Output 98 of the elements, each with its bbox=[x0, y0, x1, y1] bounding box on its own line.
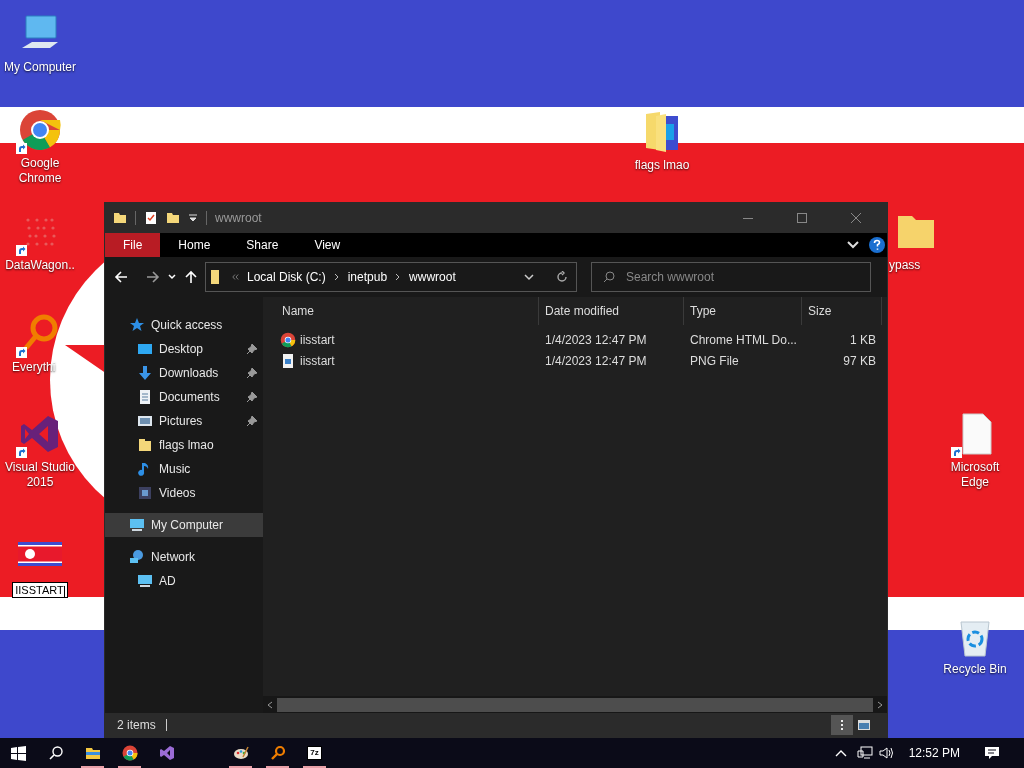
speaker-icon[interactable] bbox=[878, 746, 895, 760]
taskbar-app-button[interactable]: 7z bbox=[296, 738, 333, 768]
chevron-right-icon bbox=[395, 273, 402, 281]
icon-label: DataWagon.. bbox=[4, 258, 76, 273]
running-indicator bbox=[303, 766, 326, 768]
nav-item[interactable]: Quick access bbox=[105, 313, 263, 337]
running-indicator bbox=[118, 766, 141, 768]
ribbon-tab[interactable]: Share bbox=[228, 233, 297, 257]
folder-icon bbox=[137, 437, 153, 453]
image-file-icon bbox=[280, 352, 296, 369]
icon-label: Microsoft Edge bbox=[949, 460, 1001, 490]
forward-arrow-icon[interactable] bbox=[145, 269, 161, 285]
details-view-button[interactable] bbox=[831, 715, 853, 735]
magnifier-icon bbox=[269, 745, 286, 761]
desktop-icon bbox=[137, 341, 153, 357]
monitor-icon bbox=[129, 517, 145, 533]
shortcut-arrow-icon bbox=[16, 245, 27, 256]
close-icon bbox=[850, 212, 862, 224]
monitor-icon bbox=[137, 573, 153, 589]
search-icon bbox=[603, 271, 615, 283]
file-name: iisstart bbox=[300, 331, 335, 349]
status-text: 2 items bbox=[117, 717, 156, 734]
icon-label: Visual Studio 2015 bbox=[4, 460, 76, 490]
nav-item[interactable]: My Computer bbox=[105, 513, 263, 537]
up-arrow-icon[interactable] bbox=[183, 269, 199, 285]
nav-item[interactable]: AD bbox=[105, 569, 263, 593]
ribbon-tab[interactable]: File bbox=[105, 233, 161, 257]
nav-item[interactable]: Videos bbox=[105, 481, 263, 505]
windows-logo-icon bbox=[11, 745, 26, 761]
breadcrumb-item[interactable]: Local Disk (C:) bbox=[247, 268, 326, 286]
address-bar[interactable]: Local Disk (C:) inetpub wwwroot bbox=[205, 262, 577, 292]
checklist-icon[interactable] bbox=[144, 211, 158, 225]
help-icon[interactable] bbox=[869, 237, 885, 253]
ribbon-tab[interactable]: View bbox=[296, 233, 359, 257]
table-cell-text: 1/4/2023 12:47 PM bbox=[544, 331, 648, 349]
icon-label: My Computer bbox=[3, 60, 77, 75]
chevron-down-icon[interactable] bbox=[167, 272, 177, 282]
shortcut-arrow-icon bbox=[16, 347, 27, 358]
folder-icon bbox=[84, 745, 101, 761]
column-header[interactable]: Date modified bbox=[539, 297, 684, 325]
image-icon bbox=[857, 719, 871, 731]
chevron-up-icon[interactable] bbox=[834, 749, 847, 757]
chrome-icon bbox=[121, 745, 138, 761]
palette-icon bbox=[232, 745, 249, 761]
back-arrow-icon[interactable] bbox=[113, 269, 129, 285]
download-arrow-icon bbox=[137, 365, 153, 381]
nav-item[interactable]: flags lmao bbox=[105, 433, 263, 457]
window-title: wwwroot bbox=[215, 210, 263, 227]
nav-item[interactable]: Desktop bbox=[105, 337, 263, 361]
chevron-down-icon[interactable] bbox=[847, 241, 859, 249]
table-cell-text: PNG File bbox=[689, 352, 740, 370]
clock[interactable]: 12:52 PM bbox=[908, 744, 960, 762]
column-header[interactable]: Size bbox=[802, 297, 882, 325]
file-row[interactable]: iisstart 1/4/2023 12:47 PM Chrome HTML Do... 1 KB bbox=[266, 329, 887, 350]
nav-item[interactable]: Pictures bbox=[105, 409, 263, 433]
nav-item[interactable]: Network bbox=[105, 545, 263, 569]
picture-frame-icon bbox=[137, 413, 153, 429]
chrome-icon bbox=[280, 331, 296, 348]
shortcut-arrow-icon bbox=[16, 143, 27, 154]
horizontal-scrollbar[interactable] bbox=[263, 696, 887, 713]
running-indicator bbox=[81, 766, 104, 768]
shortcut-arrow-icon bbox=[951, 447, 962, 458]
rename-field[interactable]: IISSTART bbox=[12, 582, 68, 598]
search-field[interactable]: Search wwwroot bbox=[591, 262, 871, 292]
column-header[interactable]: Name bbox=[266, 297, 539, 325]
file-name: iisstart bbox=[300, 352, 335, 370]
icon-label: Google Chrome bbox=[17, 156, 63, 186]
ribbon-tab[interactable]: Home bbox=[160, 233, 229, 257]
network-globe-icon bbox=[129, 549, 145, 565]
shortcut-arrow-icon bbox=[16, 447, 27, 458]
table-cell-text: Chrome HTML Do... bbox=[689, 331, 798, 349]
table-cell-text: 1 KB bbox=[849, 331, 877, 349]
table-cell-text: 1/4/2023 12:47 PM bbox=[544, 352, 648, 370]
refresh-icon[interactable] bbox=[556, 271, 568, 283]
network-icon[interactable] bbox=[856, 746, 873, 760]
ribbon-loop-icon bbox=[158, 745, 175, 761]
star-icon bbox=[129, 317, 145, 333]
notification-icon[interactable] bbox=[984, 746, 1000, 760]
chevron-right-icon bbox=[333, 273, 340, 281]
breadcrumb-item[interactable]: wwwroot bbox=[409, 268, 456, 286]
icon-label: flags lmao bbox=[633, 158, 691, 173]
chevron-down-icon[interactable] bbox=[524, 273, 534, 281]
running-indicator bbox=[266, 766, 289, 768]
double-chevron-left-icon[interactable] bbox=[232, 274, 239, 280]
icon-label: ypass bbox=[888, 258, 922, 273]
file-row[interactable]: iisstart 1/4/2023 12:47 PM PNG File 97 KB bbox=[266, 350, 887, 371]
running-indicator bbox=[229, 766, 252, 768]
table-cell-text: 97 KB bbox=[842, 352, 877, 370]
document-icon bbox=[137, 389, 153, 405]
dropdown-icon[interactable] bbox=[188, 213, 198, 223]
nav-item[interactable]: Downloads bbox=[105, 361, 263, 385]
column-header[interactable]: Type bbox=[684, 297, 802, 325]
film-icon bbox=[137, 485, 153, 501]
search-icon bbox=[48, 746, 63, 760]
breadcrumb-item[interactable]: inetpub bbox=[347, 268, 388, 286]
nav-item[interactable]: Music bbox=[105, 457, 263, 481]
icon-label: Recycle Bin bbox=[942, 662, 1008, 677]
nav-item[interactable]: Documents bbox=[105, 385, 263, 409]
